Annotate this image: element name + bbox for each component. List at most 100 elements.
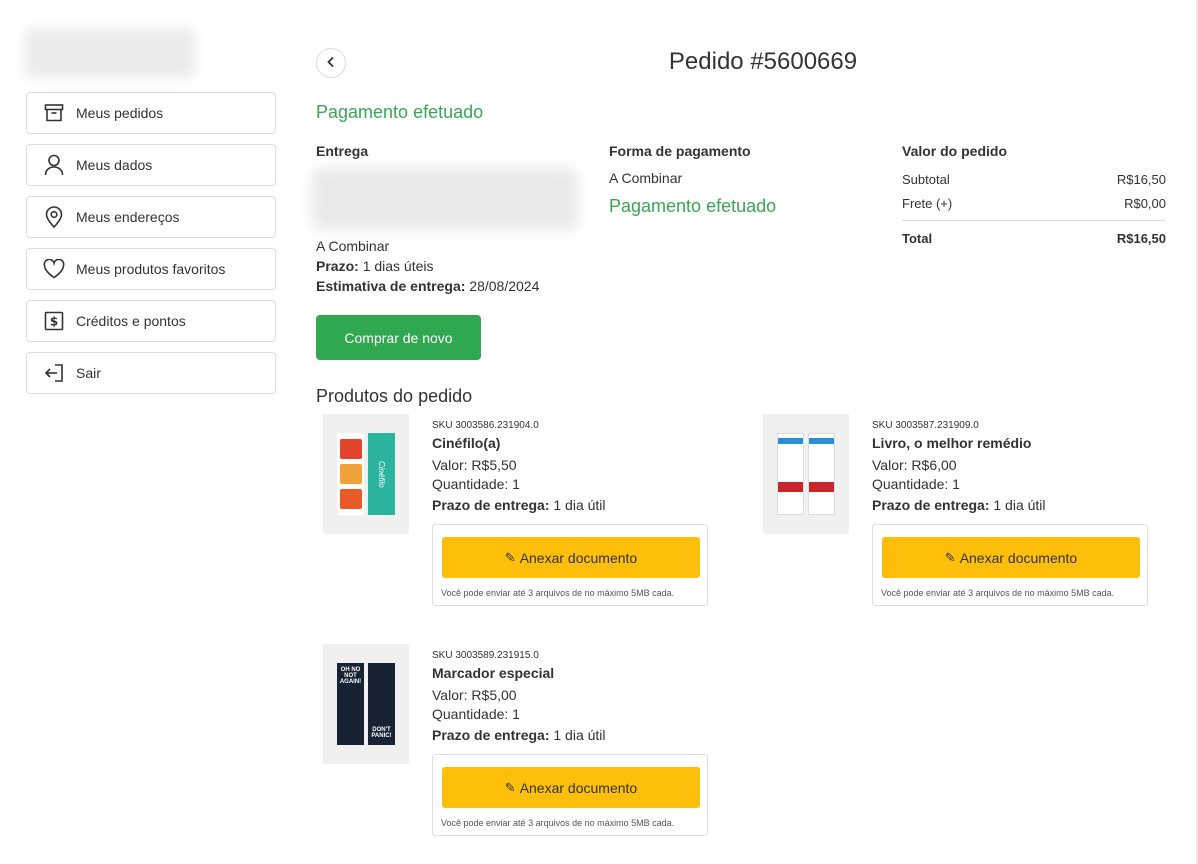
back-button[interactable] — [316, 48, 346, 78]
product-value: Valor: R$5,50 — [432, 457, 517, 473]
payment-status: Pagamento efetuado — [609, 196, 777, 216]
attach-document-label: Anexar documento — [519, 549, 638, 566]
attach-document-button[interactable]: ✎ Anexar documento — [882, 537, 1140, 578]
payment-title: Forma de pagamento — [609, 143, 751, 159]
delivery-address-redacted — [312, 168, 578, 230]
delivery-estimate: Estimativa de entrega: 28/08/2024 — [316, 278, 539, 294]
delivery-deadline-value: 1 dias úteis — [362, 258, 434, 274]
payment-method: A Combinar — [609, 170, 683, 186]
product-info: SKU 3003587.231909.0 Livro, o melhor rem… — [872, 420, 1162, 515]
sidebar-item-label: Meus endereços — [76, 209, 180, 225]
total-value: R$16,50 — [1116, 231, 1166, 246]
paperclip-icon: ✎ — [944, 549, 956, 565]
delivery-deadline-label: Prazo: — [316, 258, 359, 274]
delivery-estimate-label: Estimativa de entrega: — [316, 278, 466, 294]
sidebar-item-logout[interactable]: Sair — [26, 352, 276, 394]
chevron-left-icon — [326, 55, 336, 71]
sidebar-item-label: Meus pedidos — [76, 105, 164, 121]
attach-document-label: Anexar documento — [519, 779, 638, 796]
bookmark-image-left — [337, 433, 364, 515]
bookmark-image-right — [808, 433, 835, 515]
upload-hint: Você pode enviar até 3 arquivos de no má… — [441, 818, 675, 828]
product-info: SKU 3003586.231904.0 Cinéfilo(a) Valor: … — [432, 420, 722, 515]
page-title: Pedido #5600669 — [668, 48, 858, 75]
product-name[interactable]: Marcador especial — [432, 665, 722, 681]
product-delivery: Prazo de entrega: 1 dia útil — [432, 726, 722, 745]
buy-again-button[interactable]: Comprar de novo — [316, 315, 481, 360]
map-pin-icon — [43, 206, 65, 228]
product-delivery: Prazo de entrega: 1 dia útil — [872, 496, 1162, 515]
archive-box-icon — [43, 102, 65, 124]
product-delivery-label: Prazo de entrega: — [432, 727, 550, 743]
svg-text:$: $ — [50, 315, 58, 329]
product-info: SKU 3003589.231915.0 Marcador especial V… — [432, 650, 722, 745]
attach-document-button[interactable]: ✎ Anexar documento — [442, 537, 700, 578]
upload-box: ✎ Anexar documento Você pode enviar até … — [872, 524, 1148, 606]
product-value: Valor: R$6,00 — [872, 457, 957, 473]
delivery-deadline: Prazo: 1 dias úteis — [316, 258, 434, 274]
total-label: Total — [902, 231, 933, 246]
summary-divider — [902, 220, 1166, 221]
product-quantity: Quantidade: 1 — [432, 476, 520, 492]
product-image[interactable] — [763, 414, 849, 534]
product-delivery-label: Prazo de entrega: — [432, 497, 550, 513]
dollar-icon: $ — [43, 310, 65, 332]
subtotal-row: Subtotal R$16,50 — [902, 172, 1166, 187]
product-image[interactable]: Cinéfilo — [323, 414, 409, 534]
heart-icon — [43, 258, 65, 280]
upload-hint: Você pode enviar até 3 arquivos de no má… — [441, 588, 675, 598]
products-title: Produtos do pedido — [316, 386, 473, 406]
order-status: Pagamento efetuado — [316, 102, 484, 122]
bookmark-image-left: OH NO NOT AGAIN! — [337, 663, 364, 745]
product-delivery-value: 1 dia útil — [553, 497, 606, 513]
product-delivery-value: 1 dia útil — [993, 497, 1046, 513]
store-logo[interactable] — [24, 28, 196, 78]
attach-document-button[interactable]: ✎ Anexar documento — [442, 767, 700, 808]
bookmark-image-left — [777, 433, 804, 515]
delivery-title: Entrega — [316, 143, 369, 159]
product-delivery: Prazo de entrega: 1 dia útil — [432, 496, 722, 515]
sidebar-item-profile[interactable]: Meus dados — [26, 144, 276, 186]
upload-box: ✎ Anexar documento Você pode enviar até … — [432, 524, 708, 606]
product-card: Cinéfilo SKU 3003586.231904.0 Cinéfilo(a… — [323, 414, 723, 614]
attach-document-label: Anexar documento — [959, 549, 1078, 566]
shipping-row: Frete (+) R$0,00 — [902, 196, 1166, 211]
sidebar-item-label: Meus dados — [76, 157, 153, 173]
product-delivery-label: Prazo de entrega: — [872, 497, 990, 513]
delivery-method: A Combinar — [316, 238, 390, 254]
paperclip-icon: ✎ — [504, 779, 516, 795]
upload-box: ✎ Anexar documento Você pode enviar até … — [432, 754, 708, 836]
bookmark-image-right: Cinéfilo — [368, 433, 395, 515]
product-quantity: Quantidade: 1 — [432, 706, 520, 722]
upload-hint: Você pode enviar até 3 arquivos de no má… — [881, 588, 1115, 598]
sidebar-item-credits[interactable]: $ Créditos e pontos — [26, 300, 276, 342]
product-name[interactable]: Cinéfilo(a) — [432, 435, 722, 451]
product-card: OH NO NOT AGAIN! DON'T PANIC! SKU 300358… — [323, 644, 723, 844]
product-quantity: Quantidade: 1 — [872, 476, 960, 492]
sidebar-item-orders[interactable]: Meus pedidos — [26, 92, 276, 134]
product-delivery-value: 1 dia útil — [553, 727, 606, 743]
product-card: SKU 3003587.231909.0 Livro, o melhor rem… — [763, 414, 1163, 614]
sidebar-item-addresses[interactable]: Meus endereços — [26, 196, 276, 238]
subtotal-label: Subtotal — [902, 172, 950, 187]
product-sku: SKU 3003589.231915.0 — [432, 650, 539, 661]
product-sku: SKU 3003587.231909.0 — [872, 420, 979, 431]
sidebar-item-label: Meus produtos favoritos — [76, 261, 226, 277]
product-image[interactable]: OH NO NOT AGAIN! DON'T PANIC! — [323, 644, 409, 764]
delivery-estimate-value: 28/08/2024 — [469, 278, 540, 294]
product-value: Valor: R$5,00 — [432, 687, 517, 703]
shipping-label: Frete (+) — [902, 196, 953, 211]
bookmark-image-right: DON'T PANIC! — [368, 663, 395, 745]
sidebar-item-label: Sair — [76, 365, 101, 381]
logout-icon — [43, 362, 65, 384]
paperclip-icon: ✎ — [504, 549, 516, 565]
summary-title: Valor do pedido — [902, 143, 1008, 159]
shipping-value: R$0,00 — [1124, 196, 1166, 211]
user-icon — [43, 154, 65, 176]
product-sku: SKU 3003586.231904.0 — [432, 420, 539, 431]
product-name[interactable]: Livro, o melhor remédio — [872, 435, 1162, 451]
total-row: Total R$16,50 — [902, 231, 1166, 246]
sidebar-item-label: Créditos e pontos — [76, 313, 186, 329]
sidebar-item-favorites[interactable]: Meus produtos favoritos — [26, 248, 276, 290]
subtotal-value: R$16,50 — [1116, 172, 1166, 187]
